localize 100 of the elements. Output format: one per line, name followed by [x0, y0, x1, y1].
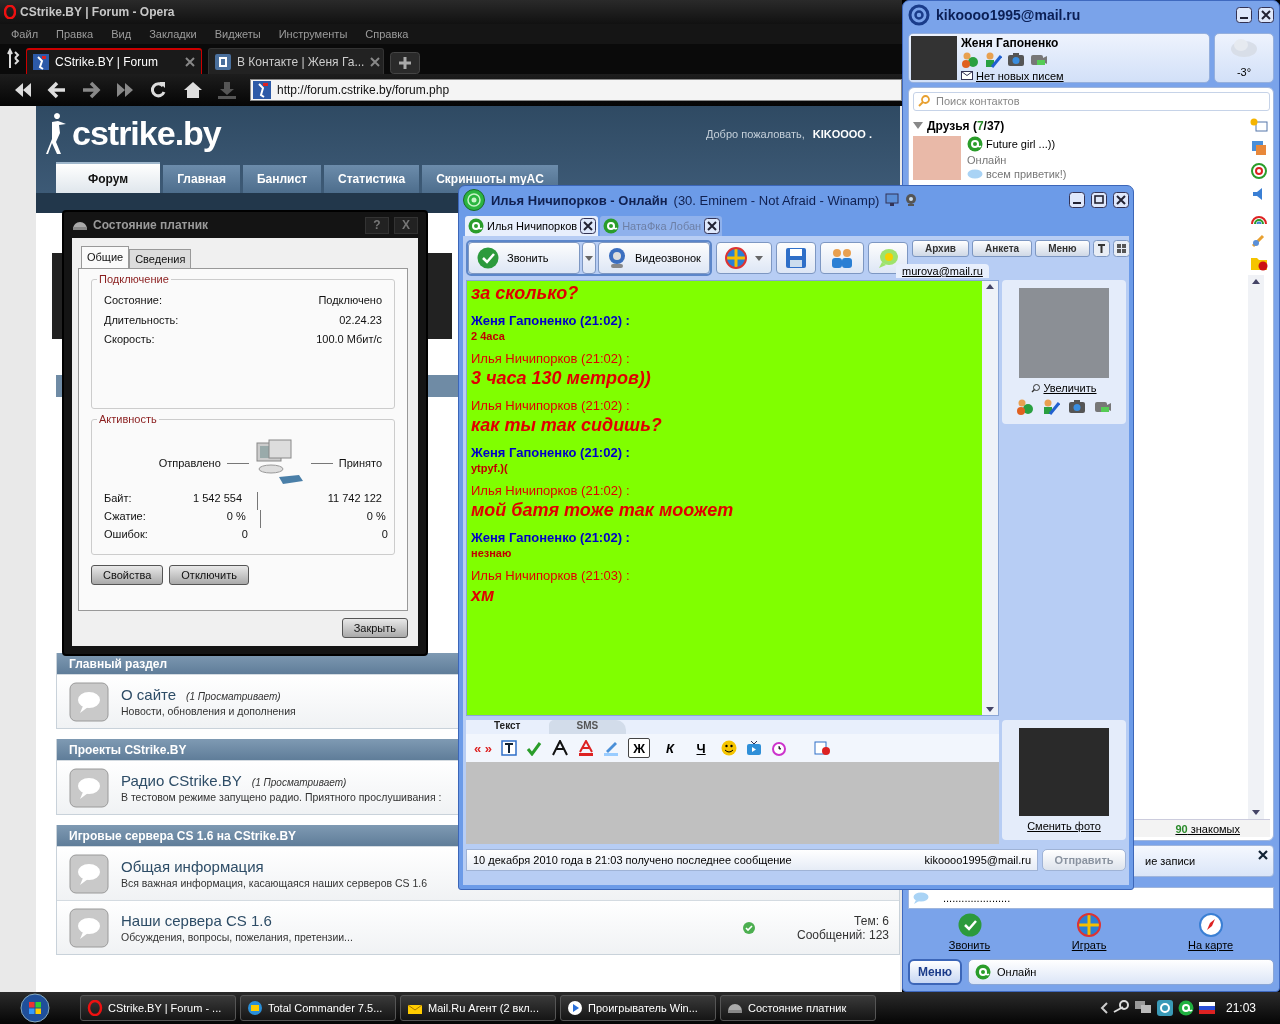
- home-icon[interactable]: [182, 80, 204, 100]
- tv-icon[interactable]: [746, 740, 763, 756]
- forum-link[interactable]: Общая информация: [121, 858, 264, 875]
- panel-button[interactable]: Анкета: [971, 240, 1033, 257]
- back-arrow-icon[interactable]: [46, 80, 68, 100]
- action-link[interactable]: Звонить: [948, 939, 991, 952]
- expand-triangle-icon[interactable]: [913, 121, 923, 130]
- tab-panel-icon[interactable]: [6, 48, 20, 70]
- forum-link[interactable]: Наши сервера CS 1.6: [121, 912, 272, 929]
- scroll-up-icon[interactable]: [986, 284, 994, 289]
- panel-button[interactable]: Архив: [911, 240, 969, 257]
- steam-icon[interactable]: [1112, 1000, 1129, 1016]
- menu-item[interactable]: Вид: [102, 28, 141, 40]
- delete-message-icon[interactable]: [814, 740, 831, 756]
- forum-link[interactable]: О сайте: [121, 686, 177, 703]
- save-button[interactable]: [775, 242, 816, 274]
- browser-tab[interactable]: CStrike.BY | Forum: [26, 48, 202, 74]
- scroll-down-icon[interactable]: [1252, 810, 1260, 816]
- contacts-button[interactable]: [819, 242, 864, 274]
- call-button[interactable]: Звонить: [468, 242, 580, 274]
- menu-item[interactable]: Справка: [356, 28, 418, 40]
- pictures-icon[interactable]: [1251, 139, 1267, 156]
- mail-link[interactable]: Нет новых писем: [976, 69, 1064, 82]
- dialog-button[interactable]: Свойства: [91, 565, 164, 585]
- address-field[interactable]: http://forum.cstrike.by/forum.php: [250, 79, 902, 101]
- field-value: 100.0 Мбит/с: [316, 333, 382, 347]
- close-icon[interactable]: [1258, 850, 1268, 861]
- nav-tab[interactable]: Статистика: [324, 165, 420, 193]
- enlarge-link[interactable]: Увеличить: [1043, 382, 1097, 394]
- tab-close-icon[interactable]: [704, 218, 721, 234]
- quote-button[interactable]: « »: [474, 740, 493, 756]
- close-button[interactable]: [1113, 192, 1129, 208]
- alarm-clock-icon[interactable]: [771, 740, 788, 756]
- input-tab[interactable]: SMS: [548, 720, 627, 734]
- taskbar-item[interactable]: Mail.Ru Агент (2 вкл...: [400, 995, 556, 1021]
- at-sign-icon[interactable]: [1251, 162, 1267, 179]
- new-tab-icon[interactable]: [390, 52, 420, 74]
- menu-item[interactable]: Инструменты: [269, 28, 357, 40]
- acquaintances-link[interactable]: 90 знакомых: [1175, 822, 1240, 835]
- taskbar-item[interactable]: Total Commander 7.5...: [240, 995, 396, 1021]
- close-button[interactable]: [1258, 6, 1274, 23]
- dialog-tab[interactable]: Общие: [81, 246, 130, 268]
- contact-search-field[interactable]: Поиск контактов: [913, 91, 1270, 111]
- menu-item[interactable]: Закладки: [140, 28, 206, 40]
- caret-button[interactable]: [582, 242, 596, 274]
- contact-email-link[interactable]: murova@mail.ru: [896, 264, 989, 278]
- close-button[interactable]: Закрыть: [341, 618, 408, 638]
- download-icon[interactable]: [216, 80, 238, 100]
- title-bar-button[interactable]: ?: [365, 216, 389, 234]
- menu-item[interactable]: Виджеты: [205, 28, 270, 40]
- action-link[interactable]: Играть: [1071, 939, 1107, 952]
- taskbar-item[interactable]: Состояние платник: [720, 995, 876, 1021]
- message-input[interactable]: [466, 762, 999, 844]
- dialog-tab[interactable]: Сведения: [129, 249, 192, 268]
- menu-item[interactable]: Правка: [47, 28, 103, 40]
- format-button[interactable]: К: [659, 738, 682, 758]
- forward-arrow-icon[interactable]: [80, 80, 102, 100]
- change-photo-link[interactable]: Сменить фото: [1027, 820, 1101, 832]
- grid-button-icon[interactable]: [1112, 240, 1130, 257]
- menu-button[interactable]: Меню: [908, 959, 962, 985]
- pin-button-icon[interactable]: [1092, 240, 1110, 257]
- smiley-icon[interactable]: [721, 740, 738, 756]
- spellcheck-icon[interactable]: [526, 740, 543, 756]
- contacts-icon: [961, 50, 979, 69]
- flag-icon[interactable]: [1198, 1002, 1215, 1014]
- chat-tab[interactable]: Илья Ничипорков: [465, 216, 599, 236]
- minimize-button[interactable]: [1069, 192, 1085, 208]
- nav-tab[interactable]: Форум: [56, 162, 161, 193]
- nav-tab[interactable]: Главная: [163, 165, 240, 193]
- nav-tab[interactable]: Банлист: [242, 165, 322, 193]
- minimize-button[interactable]: [1236, 6, 1252, 23]
- contact-name[interactable]: Future girl ...)): [986, 137, 1056, 150]
- start-orb-icon[interactable]: [20, 993, 50, 1023]
- games-button[interactable]: [715, 242, 772, 274]
- font-color-icon[interactable]: [578, 740, 595, 756]
- show-hidden-icon[interactable]: [1099, 1002, 1108, 1014]
- scroll-down-icon[interactable]: [986, 707, 994, 712]
- highlighter-icon[interactable]: [603, 740, 620, 756]
- browser-tab[interactable]: В Контакте | Женя Га...: [208, 48, 384, 74]
- taskbar-item[interactable]: CStrike.BY | Forum - ...: [80, 995, 236, 1021]
- dialog-button[interactable]: Отключить: [169, 565, 249, 585]
- font-icon[interactable]: [551, 740, 570, 756]
- title-bar-button[interactable]: X: [394, 216, 418, 234]
- group-name: Друзья (7/37): [927, 118, 1005, 133]
- action-link[interactable]: На карте: [1188, 939, 1234, 952]
- disc-icon[interactable]: [1156, 1000, 1173, 1016]
- network-icon[interactable]: [1133, 1000, 1152, 1016]
- tab-close-icon[interactable]: [580, 218, 597, 234]
- format-button[interactable]: Ж: [628, 738, 651, 758]
- presence-selector[interactable]: Онлайн: [968, 959, 1274, 985]
- scroll-up-icon[interactable]: [1252, 278, 1260, 284]
- forum-link[interactable]: Радио CStrike.BY: [121, 772, 242, 789]
- maximize-button[interactable]: [1091, 192, 1107, 208]
- video-call-button[interactable]: Видеозвонок: [598, 242, 710, 274]
- menu-item[interactable]: Файл: [2, 28, 48, 40]
- format-button[interactable]: Ч: [690, 738, 713, 758]
- taskbar-item[interactable]: Проигрыватель Win...: [560, 995, 716, 1021]
- panel-button[interactable]: Меню: [1035, 240, 1090, 257]
- text-box-icon[interactable]: [501, 740, 518, 756]
- viewers-count: (1 Просматривает): [251, 777, 347, 788]
